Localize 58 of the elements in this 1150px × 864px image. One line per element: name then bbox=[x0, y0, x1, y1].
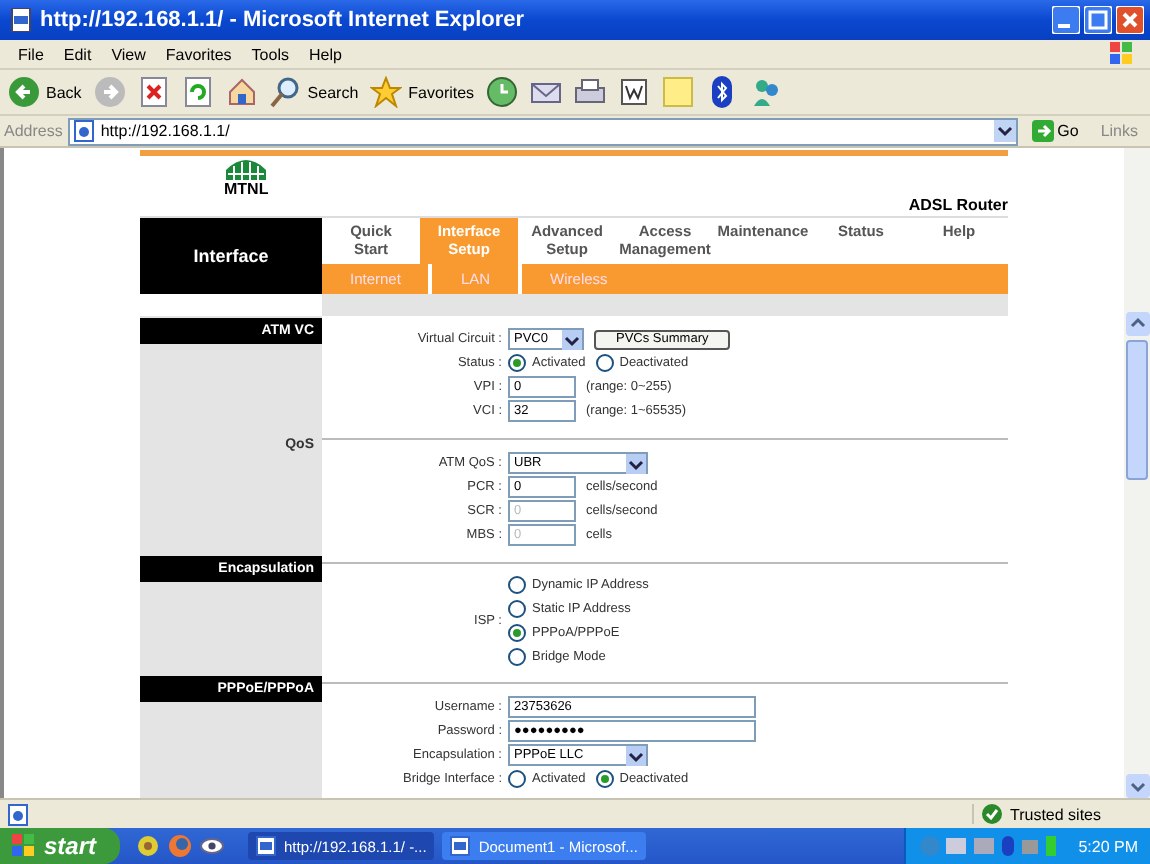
document-w-icon[interactable] bbox=[618, 76, 651, 108]
dropdown-arrow-icon bbox=[626, 453, 646, 473]
address-label: Address bbox=[4, 122, 63, 140]
radio-button[interactable] bbox=[508, 354, 526, 372]
toolbar-button[interactable]: Search bbox=[269, 76, 359, 108]
close-button[interactable] bbox=[1116, 6, 1144, 34]
dropdown-arrow-icon bbox=[626, 745, 646, 765]
go-button[interactable]: Go bbox=[1023, 120, 1087, 142]
dropdown-arrow-icon bbox=[562, 329, 582, 349]
scrollbar[interactable] bbox=[1124, 148, 1150, 798]
menu-item[interactable]: View bbox=[101, 45, 156, 63]
security-zone: Trusted sites bbox=[1010, 805, 1101, 823]
address-field[interactable]: http://192.168.1.1/ bbox=[68, 117, 1018, 145]
window-icon bbox=[256, 836, 277, 856]
star-icon bbox=[370, 76, 403, 108]
toolbar-button[interactable]: Back bbox=[8, 76, 82, 108]
section-title: Interface bbox=[140, 217, 322, 294]
menu-item[interactable]: File bbox=[8, 45, 54, 63]
clock: 5:20 PM bbox=[1078, 837, 1138, 855]
printer-icon[interactable] bbox=[574, 76, 607, 108]
windows-logo-icon bbox=[1110, 42, 1134, 66]
toolbar-button[interactable]: Favorites bbox=[370, 76, 475, 108]
menu-item[interactable]: Favorites bbox=[155, 45, 242, 63]
flower-icon[interactable] bbox=[136, 834, 161, 858]
menu-item[interactable]: Edit bbox=[53, 45, 102, 63]
menu-item[interactable]: Tools bbox=[241, 45, 299, 63]
radio-button[interactable] bbox=[595, 770, 614, 788]
stop-icon[interactable] bbox=[137, 76, 170, 108]
eye-icon[interactable] bbox=[200, 834, 225, 858]
search-icon bbox=[269, 76, 302, 108]
refresh-icon[interactable] bbox=[181, 76, 214, 108]
page-icon bbox=[74, 120, 95, 142]
dropdown-arrow-icon[interactable] bbox=[993, 120, 1016, 142]
radio-button[interactable] bbox=[508, 770, 526, 788]
window-title: http://192.168.1.1/ - Microsoft Internet Explorer bbox=[40, 8, 527, 32]
start-button[interactable]: start bbox=[0, 828, 121, 864]
house-icon[interactable] bbox=[225, 76, 258, 108]
radio-button[interactable] bbox=[508, 648, 526, 666]
brand-name: MTNL bbox=[224, 180, 269, 198]
radio-button[interactable] bbox=[508, 624, 526, 642]
check-icon bbox=[982, 804, 1002, 824]
page-icon bbox=[10, 8, 32, 32]
people-icon[interactable] bbox=[750, 76, 783, 108]
window-icon bbox=[450, 836, 471, 856]
scroll-up-icon bbox=[1125, 312, 1149, 336]
windows-logo-icon bbox=[12, 834, 36, 858]
logo-emblem-icon bbox=[224, 156, 269, 180]
scroll-thumb[interactable] bbox=[1126, 340, 1148, 480]
minimize-button[interactable] bbox=[1052, 6, 1080, 34]
radio-button[interactable] bbox=[508, 576, 526, 594]
menu-item[interactable]: Help bbox=[298, 45, 352, 63]
radio-button[interactable] bbox=[508, 600, 526, 618]
page-icon bbox=[8, 803, 28, 825]
maximize-button[interactable] bbox=[1084, 6, 1112, 34]
scroll-down-icon bbox=[1125, 774, 1149, 798]
product-name: ADSL Router bbox=[908, 195, 1008, 214]
radio-button[interactable] bbox=[595, 354, 614, 372]
arrow-icon bbox=[1031, 120, 1054, 142]
